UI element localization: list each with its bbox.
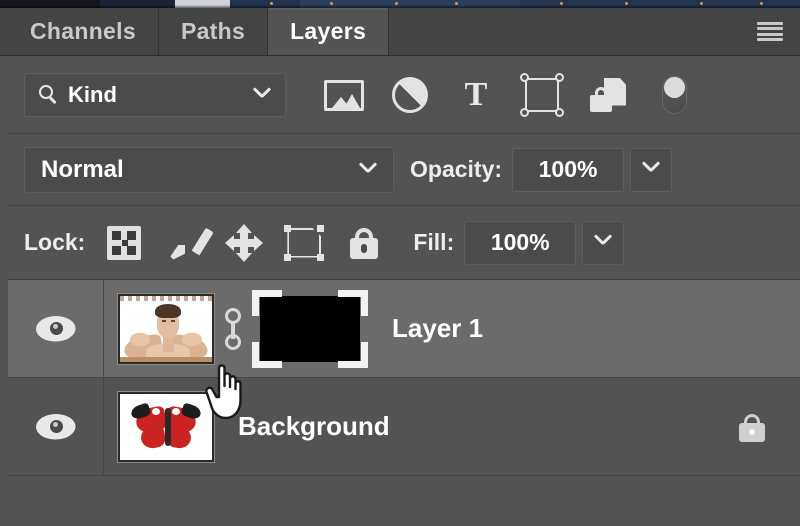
eye-icon <box>35 315 76 342</box>
padlock-icon <box>345 224 383 262</box>
photoshop-layers-panel: Channels Paths Layers Kind T Normal Opac… <box>0 0 800 526</box>
padlock-icon[interactable] <box>736 409 770 445</box>
panel-tab-strip: Channels Paths Layers <box>0 8 800 56</box>
eye-icon <box>35 413 76 440</box>
butterfly-photo-thumbnail <box>120 393 212 460</box>
filter-smart-objects[interactable] <box>588 75 628 115</box>
portrait-photo-thumbnail <box>120 295 212 362</box>
chevron-down-icon[interactable] <box>359 162 377 180</box>
layer-name-layer-1[interactable]: Layer 1 <box>392 313 483 344</box>
lock-transparent-pixels[interactable] <box>105 224 143 262</box>
lock-buttons <box>105 223 383 262</box>
blend-mode-row: Normal Opacity: 100% <box>8 134 800 206</box>
paintbrush-icon <box>165 224 214 262</box>
layer-thumbnail-background[interactable] <box>118 391 214 462</box>
fill-input[interactable]: 100% <box>464 220 577 265</box>
search-icon <box>39 84 59 105</box>
artboard-icon <box>284 224 325 261</box>
lock-all[interactable] <box>345 224 383 262</box>
layer-row-background[interactable]: Background <box>8 378 800 476</box>
layer-mask-thumbnail-layer-1[interactable] <box>252 289 368 368</box>
layer-row-layer-1[interactable]: Layer 1 <box>8 280 800 378</box>
layer-filter-row: Kind T <box>8 56 800 134</box>
hamburger-menu-icon[interactable] <box>740 8 800 55</box>
chevron-down-icon <box>594 234 612 252</box>
filter-type-layers[interactable]: T <box>456 75 496 115</box>
fill-label: Fill: <box>413 229 455 255</box>
lock-label: Lock: <box>24 229 86 255</box>
tab-paths[interactable]: Paths <box>159 8 269 55</box>
type-t-icon: T <box>464 75 488 113</box>
layer-visibility-toggle-layer-1[interactable] <box>8 280 104 377</box>
shape-bounding-box-icon <box>520 72 564 117</box>
image-icon <box>324 79 364 111</box>
lock-position[interactable] <box>225 223 264 262</box>
filter-type-buttons: T <box>324 72 694 117</box>
document-image-sliver <box>0 0 800 8</box>
toggle-switch-icon <box>662 75 687 114</box>
filter-toggle[interactable] <box>654 75 694 115</box>
blend-mode-value: Normal <box>41 155 124 183</box>
opacity-label: Opacity: <box>410 156 503 182</box>
layer-visibility-toggle-background[interactable] <box>8 378 104 475</box>
chevron-down-icon[interactable] <box>253 87 271 105</box>
tab-strip-filler <box>389 8 740 55</box>
chevron-down-icon <box>642 161 660 179</box>
filter-kind-dropdown[interactable]: Kind <box>24 72 286 117</box>
opacity-stepper[interactable] <box>630 147 673 192</box>
filter-pixel-layers[interactable] <box>324 75 364 115</box>
adjustment-circle-icon <box>392 76 428 113</box>
tab-channels[interactable]: Channels <box>8 8 159 55</box>
fill-stepper[interactable] <box>582 220 625 265</box>
tab-layers[interactable]: Layers <box>268 8 390 55</box>
chain-link-icon[interactable] <box>218 299 248 359</box>
lock-artboard-nesting[interactable] <box>284 224 325 262</box>
opacity-input[interactable]: 100% <box>512 147 625 192</box>
move-arrows-icon <box>225 223 264 262</box>
filter-kind-value: Kind <box>68 81 117 107</box>
lock-row: Lock: Fill: 100% <box>8 206 800 280</box>
layer-name-background[interactable]: Background <box>238 411 390 442</box>
lock-image-pixels[interactable] <box>165 224 214 262</box>
filter-adjustment-layers[interactable] <box>390 75 430 115</box>
smart-object-lock-icon <box>588 75 628 115</box>
checkerboard-icon <box>107 225 142 260</box>
layer-thumbnail-layer-1[interactable] <box>118 293 214 364</box>
filter-shape-layers[interactable] <box>520 72 564 117</box>
blend-mode-dropdown[interactable]: Normal <box>24 146 394 193</box>
